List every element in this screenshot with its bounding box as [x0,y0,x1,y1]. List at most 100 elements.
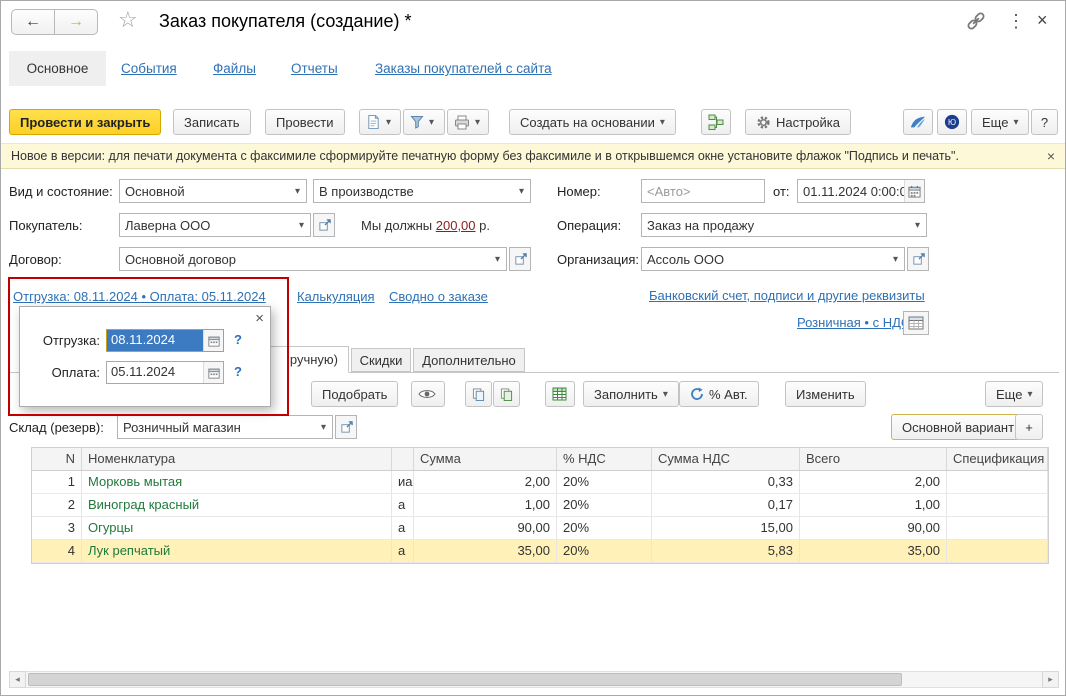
favorite-star-icon[interactable]: ☆ [118,7,138,33]
table-row[interactable]: 1 Морковь мытая иа 2,00 20% 0,33 2,00 [32,471,1048,494]
header-total[interactable]: Всего [800,448,947,471]
spreadsheet-button[interactable] [545,381,575,407]
contract-open-button[interactable] [509,247,531,271]
contract-combo[interactable]: Основной договор ▾ [119,247,507,271]
add-variant-button[interactable]: + [1015,414,1043,440]
fill-button[interactable]: Заполнить ▾ [583,381,679,407]
popup-shipment-calendar-button[interactable] [203,330,223,351]
get-link-button[interactable] [965,10,987,35]
cell-clipped[interactable]: а [392,517,414,540]
date-field[interactable]: 01.11.2024 0:00:00 [797,179,925,203]
cell-vat-sum[interactable]: 15,00 [652,517,800,540]
header-sum[interactable]: Сумма [414,448,557,471]
chevron-down-icon[interactable]: ▾ [289,186,306,197]
items-more-button[interactable]: Еще ▾ [985,381,1044,407]
cell-vat-percent[interactable]: 20% [557,540,652,563]
cell-nomenclature[interactable]: Морковь мытая [82,471,392,494]
more-button[interactable]: Еще ▾ [971,109,1030,135]
scroll-right-button[interactable]: ▸ [1042,671,1059,688]
chevron-down-icon[interactable]: ▾ [887,254,904,265]
window-menu-button[interactable]: ⋮ [1007,11,1025,32]
cell-vat-sum[interactable]: 0,33 [652,471,800,494]
cell-n[interactable]: 2 [32,494,82,517]
header-clipped[interactable] [392,448,414,471]
cell-sum[interactable]: 1,00 [414,494,557,517]
create-based-on-button[interactable]: Создать на основании ▾ [509,109,676,135]
debt-amount-link[interactable]: 200,00 [436,218,476,233]
number-field[interactable]: <Авто> [641,179,765,203]
date-calendar-button[interactable] [904,180,924,202]
tab-discounts[interactable]: Скидки [351,348,411,372]
discuss-button[interactable] [903,109,933,135]
horizontal-scrollbar[interactable]: ◂ ▸ [9,671,1059,688]
cell-total[interactable]: 90,00 [800,517,947,540]
popup-shipment-input[interactable]: 08.11.2024 [106,329,224,352]
calculation-link[interactable]: Калькуляция [297,289,375,304]
cell-total[interactable]: 35,00 [800,540,947,563]
scrollbar-track[interactable] [26,671,1042,688]
organization-combo[interactable]: Ассоль ООО ▾ [641,247,905,271]
cell-total[interactable]: 1,00 [800,494,947,517]
cell-n[interactable]: 4 [32,540,82,563]
scrollbar-thumb[interactable] [28,673,902,686]
cell-clipped[interactable]: иа [392,471,414,494]
price-type-link[interactable]: Розничная • с НДС [797,315,910,330]
variant-button[interactable]: Основной вариант [891,414,1026,440]
chevron-down-icon[interactable]: ▾ [293,220,310,231]
cell-specification[interactable] [947,517,1048,540]
cell-nomenclature[interactable]: Лук репчатый [82,540,392,563]
order-summary-link[interactable]: Сводно о заказе [389,289,488,304]
filter-button[interactable]: ▾ [403,109,445,135]
popup-payment-input[interactable]: 05.11.2024 [106,361,224,384]
header-nomenclature[interactable]: Номенклатура [82,448,392,471]
print-button[interactable]: ▾ [447,109,489,135]
header-n[interactable]: N [32,448,82,471]
bank-details-link[interactable]: Банковский счет, подписи и другие реквиз… [649,288,925,303]
cell-vat-percent[interactable]: 20% [557,471,652,494]
customer-combo[interactable]: Лаверна ООО ▾ [119,213,311,237]
table-row-selected[interactable]: 4 Лук репчатый а 35,00 20% 5,83 35,00 [32,540,1048,563]
operation-combo[interactable]: Заказ на продажу ▾ [641,213,927,237]
post-button[interactable]: Провести [265,109,345,135]
cell-sum[interactable]: 90,00 [414,517,557,540]
save-button[interactable]: Записать [173,109,251,135]
cell-vat-sum[interactable]: 5,83 [652,540,800,563]
shipment-payment-link[interactable]: Отгрузка: 08.11.2024 • Оплата: 05.11.202… [13,289,266,304]
cell-n[interactable]: 1 [32,471,82,494]
tab-site-orders[interactable]: Заказы покупателей с сайта [375,61,552,76]
tab-files[interactable]: Файлы [213,61,256,76]
pick-items-button[interactable]: Подобрать [311,381,399,407]
chevron-down-icon[interactable]: ▾ [909,220,926,231]
cell-n[interactable]: 3 [32,517,82,540]
post-and-close-button[interactable]: Провести и закрыть [9,109,162,135]
close-window-button[interactable]: × [1037,10,1048,31]
scroll-left-button[interactable]: ◂ [9,671,26,688]
tab-events[interactable]: События [121,61,177,76]
price-settings-button[interactable] [903,311,929,335]
organization-open-button[interactable] [907,247,929,271]
table-row[interactable]: 3 Огурцы а 90,00 20% 15,00 90,00 [32,517,1048,540]
cell-vat-percent[interactable]: 20% [557,517,652,540]
tab-additional[interactable]: Дополнительно [413,348,525,372]
back-button[interactable]: ← [11,9,55,35]
customer-open-button[interactable] [313,213,335,237]
table-row[interactable]: 2 Виноград красный а 1,00 20% 0,17 1,00 [32,494,1048,517]
settings-button[interactable]: Настройка [745,109,851,135]
document-templates-button[interactable]: ▾ [359,109,401,135]
popup-close-button[interactable]: × [255,310,264,327]
cell-specification[interactable] [947,471,1048,494]
cell-nomenclature[interactable]: Огурцы [82,517,392,540]
help-button[interactable]: ? [1031,109,1058,135]
document-structure-button[interactable] [701,109,731,135]
cell-clipped[interactable]: а [392,494,414,517]
auto-discount-button[interactable]: % Авт. [679,381,759,407]
paste-rows-button[interactable] [493,381,520,407]
notification-close-button[interactable]: × [1047,148,1055,164]
cell-vat-sum[interactable]: 0,17 [652,494,800,517]
state-combo[interactable]: В производстве ▾ [313,179,531,203]
chevron-down-icon[interactable]: ▾ [315,422,332,433]
cell-vat-percent[interactable]: 20% [557,494,652,517]
tab-main[interactable]: Основное [9,51,106,86]
warehouse-combo[interactable]: Розничный магазин ▾ [117,415,333,439]
edit-button[interactable]: Изменить [785,381,866,407]
